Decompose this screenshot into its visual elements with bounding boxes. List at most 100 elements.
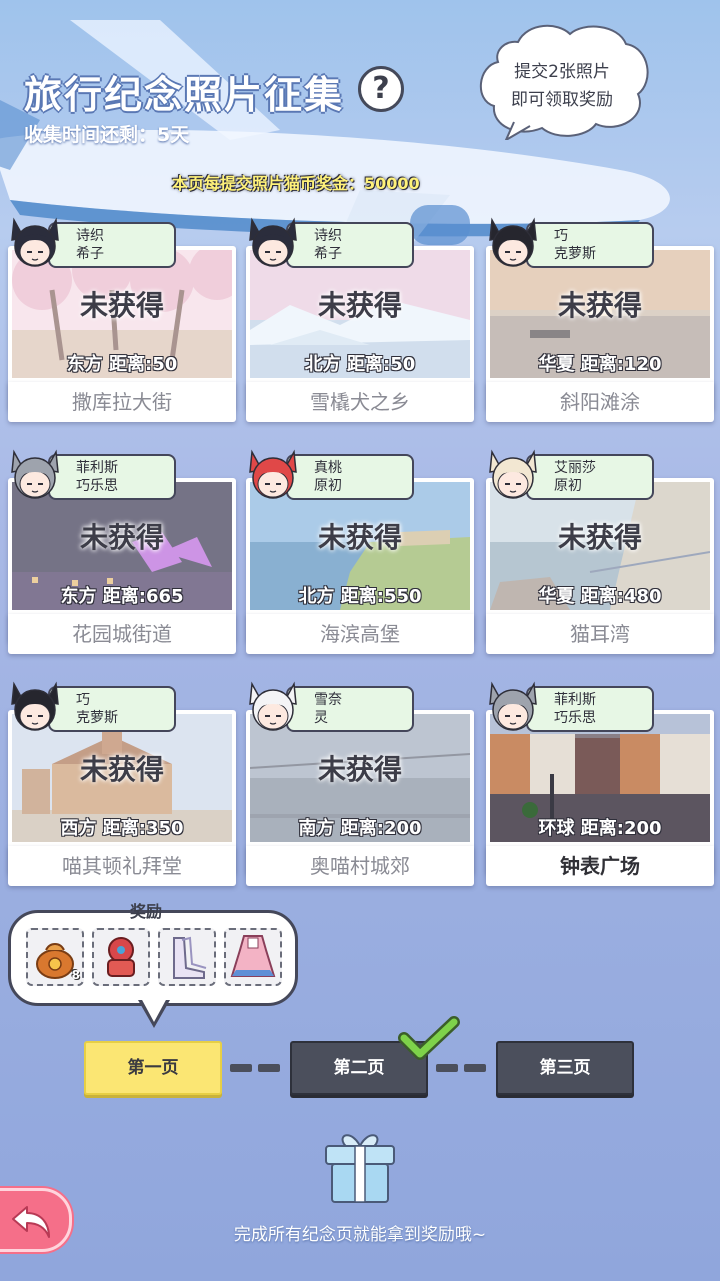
reward-slot-3[interactable] — [158, 928, 216, 986]
card-direction: 东方 — [66, 354, 103, 375]
card-direction: 西方 — [60, 818, 97, 839]
character-name-line-2: 巧乐思 — [76, 478, 118, 494]
boots-icon — [173, 936, 207, 979]
card-distance: 西方 距离:350 — [12, 814, 232, 840]
photo-card[interactable]: 环球 距离:200 钟表广场 菲利斯巧乐思 — [486, 681, 714, 886]
card-place-name: 斜阳滩涂 — [486, 382, 714, 422]
hint-line-2: 即可领取奖励 — [511, 90, 613, 110]
card-distance: 北方 距离:50 — [250, 350, 470, 376]
card-distance-value: 距离:50 — [347, 354, 416, 375]
character-name-line-1: 诗织 — [76, 228, 104, 244]
photo-card[interactable]: 未获得北方 距离:50 雪橇犬之乡 诗织 希子 — [246, 217, 474, 422]
card-direction: 华夏 — [538, 354, 575, 375]
character-name-line-2: 巧乐思 — [554, 710, 596, 726]
page-connector — [464, 1064, 486, 1072]
card-place-name: 撒库拉大街 — [8, 382, 236, 422]
footer-hint: 完成所有纪念页就能拿到奖励哦~ — [233, 1225, 487, 1245]
photo-card[interactable]: 未获得 华夏 距离:480 猫耳湾 艾丽莎 原初 — [486, 449, 714, 654]
character-name-line-2: 原初 — [554, 478, 582, 494]
character-avatar — [486, 448, 540, 504]
hint-text: 提交2张照片 即可领取奖励 — [486, 58, 638, 114]
character-avatar-icon — [249, 449, 297, 499]
reward-slot-1[interactable]: 8 — [26, 928, 84, 986]
character-name-line-1: 真桃 — [314, 460, 342, 476]
character-name-line-1: 雪奈 — [314, 692, 342, 708]
card-status: 未获得 — [317, 289, 402, 322]
character-avatar-icon — [249, 681, 297, 731]
character-name-line-1: 巧 — [554, 228, 568, 244]
page-connector — [436, 1064, 458, 1072]
card-status: 未获得 — [557, 289, 642, 322]
back-arrow-icon — [12, 1206, 50, 1238]
character-avatar — [246, 448, 300, 504]
character-tag: 菲利斯 巧乐思 — [48, 454, 176, 500]
photo-card[interactable]: 未获得南方 距离:200 奥喵村城郊 雪奈灵 — [246, 681, 474, 886]
character-avatar-icon — [11, 449, 59, 499]
card-place-name: 猫耳湾 — [486, 614, 714, 654]
card-distance-value: 距离:200 — [580, 818, 662, 839]
character-name-line-2: 克萝斯 — [554, 246, 596, 262]
card-distance: 华夏 距离:480 — [490, 582, 710, 608]
card-place-name: 钟表广场 — [486, 846, 714, 886]
card-distance-value: 距离:50 — [109, 354, 178, 375]
character-avatar-icon — [249, 217, 297, 267]
character-tag: 雪奈灵 — [286, 686, 414, 732]
character-tag: 巧克萝斯 — [526, 222, 654, 268]
card-direction: 华夏 — [538, 586, 575, 607]
character-name-line-2: 原初 — [314, 478, 342, 494]
reward-label: 奖励 — [130, 902, 163, 921]
card-distance: 环球 距离:200 — [490, 814, 710, 840]
card-place-name: 花园城街道 — [8, 614, 236, 654]
character-avatar — [246, 216, 300, 272]
character-name-line-2: 希子 — [314, 246, 342, 262]
back-button[interactable] — [0, 1188, 72, 1252]
card-distance-value: 距离:550 — [340, 586, 422, 607]
card-distance-value: 距离:350 — [102, 818, 184, 839]
card-place-name: 海滨高堡 — [246, 614, 474, 654]
character-avatar-icon — [489, 681, 537, 731]
card-distance: 南方 距离:200 — [250, 814, 470, 840]
character-avatar-icon — [489, 449, 537, 499]
card-distance: 东方 距离:50 — [12, 350, 232, 376]
character-name-line-2: 希子 — [76, 246, 104, 262]
character-tag: 巧克萝斯 — [48, 686, 176, 732]
character-avatar — [8, 216, 62, 272]
card-status: 未获得 — [557, 521, 642, 554]
character-tag: 诗织 希子 — [286, 222, 414, 268]
character-name-line-1: 菲利斯 — [76, 460, 118, 476]
card-status: 未获得 — [317, 521, 402, 554]
character-name-line-1: 菲利斯 — [554, 692, 596, 708]
page-3-button[interactable]: 第三页 — [496, 1041, 634, 1095]
help-button[interactable]: ? — [358, 66, 404, 112]
outfit-icon — [230, 935, 276, 977]
decoration-icon — [107, 937, 135, 977]
photo-card[interactable]: 未获得华夏 距离:120 斜阳滩涂 巧克萝斯 — [486, 217, 714, 422]
card-direction: 东方 — [60, 586, 97, 607]
remaining-time-label: 收集时间还剩：5天 — [24, 124, 190, 146]
card-distance: 东方 距离:665 — [12, 582, 232, 608]
card-place-name: 雪橇犬之乡 — [246, 382, 474, 422]
gift-box-icon[interactable] — [322, 1128, 398, 1206]
page-connector — [258, 1064, 280, 1072]
card-distance-value: 距离:665 — [102, 586, 184, 607]
card-place-name: 奥喵村城郊 — [246, 846, 474, 886]
photo-card[interactable]: 未获得北方 距离:550 海滨高堡 真桃原初 — [246, 449, 474, 654]
card-direction: 北方 — [298, 586, 335, 607]
reward-count: 8 — [71, 968, 80, 982]
reward-slot-4[interactable] — [224, 928, 282, 986]
character-name-line-2: 灵 — [314, 710, 328, 726]
page-1-button[interactable]: 第一页 — [84, 1041, 222, 1095]
card-distance: 华夏 距离:120 — [490, 350, 710, 376]
character-avatar-icon — [11, 217, 59, 267]
photo-card[interactable]: 未获得 东方 距离:665 花园城街道 菲利斯 巧乐思 — [8, 449, 236, 654]
character-tag: 真桃 原初 — [286, 454, 414, 500]
character-avatar — [8, 680, 62, 736]
card-distance-value: 距离:480 — [580, 586, 662, 607]
bonus-label: 本页每提交照片猫币奖金：50000 — [172, 174, 420, 193]
card-status: 未获得 — [317, 753, 402, 786]
photo-card[interactable]: 未获得东方 距离:50 撒库拉大街 诗织希子 — [8, 217, 236, 422]
photo-card[interactable]: 未获得 西方 距离:350 喵其顿礼拜堂 巧克萝斯 — [8, 681, 236, 886]
reward-slot-2[interactable] — [92, 928, 150, 986]
card-status: 未获得 — [79, 289, 164, 322]
character-avatar-icon — [11, 681, 59, 731]
